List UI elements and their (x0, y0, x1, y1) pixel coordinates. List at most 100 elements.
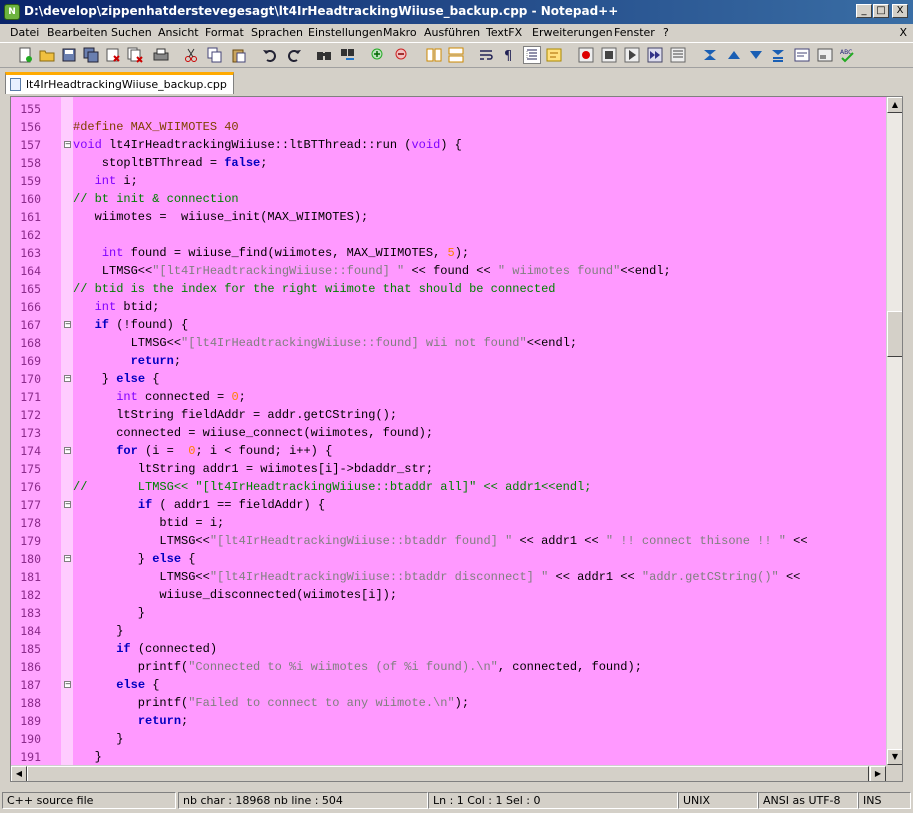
sync-horizontal-icon[interactable] (448, 47, 464, 63)
code-line[interactable]: // LTMSG<< "[lt4IrHeadtrackingWiiuse::bt… (73, 478, 591, 496)
close-icon[interactable] (105, 47, 121, 63)
code-line[interactable]: #define MAX_WIIMOTES 40 (73, 118, 239, 136)
menu-erweiterungen[interactable]: Erweiterungen (532, 26, 613, 39)
code-line[interactable]: int i; (73, 172, 138, 190)
menu-ansicht[interactable]: Ansicht (158, 26, 199, 39)
code-line[interactable]: printf("Failed to connect to any wiimote… (73, 694, 469, 712)
fold-margin[interactable] (61, 97, 73, 781)
next-icon[interactable] (748, 47, 764, 63)
code-line[interactable]: } (73, 604, 145, 622)
code-line[interactable]: for (i = 0; i < found; i++) { (73, 442, 332, 460)
fold-toggle-icon[interactable]: − (64, 321, 71, 328)
open-file-icon[interactable] (39, 47, 55, 63)
replace-icon[interactable] (340, 47, 356, 63)
menu-datei[interactable]: Datei (10, 26, 39, 39)
code-line[interactable]: } (73, 748, 102, 766)
code-line[interactable]: // btid is the index for the right wiimo… (73, 280, 555, 298)
menu-ausfuehren[interactable]: Ausführen (424, 26, 480, 39)
minimize-button[interactable]: _ (856, 4, 872, 18)
sync-vertical-icon[interactable] (426, 47, 442, 63)
code-line[interactable]: LTMSG<<"[lt4IrHeadtrackingWiiuse::btaddr… (73, 532, 807, 550)
code-line[interactable]: } else { (73, 370, 160, 388)
panel-icon[interactable] (817, 47, 833, 63)
vertical-scroll-thumb[interactable] (887, 311, 902, 357)
menu-textfx[interactable]: TextFX (486, 26, 522, 39)
previous-icon[interactable] (726, 47, 742, 63)
code-line[interactable]: wiimotes = wiiuse_init(MAX_WIIMOTES); (73, 208, 369, 226)
horizontal-scroll-thumb[interactable] (27, 766, 869, 781)
code-line[interactable]: btid = i; (73, 514, 224, 532)
code-line[interactable]: if (!found) { (73, 316, 189, 334)
close-all-icon[interactable] (127, 47, 143, 63)
code-line[interactable]: else { (73, 676, 159, 694)
code-line[interactable]: if ( addr1 == fieldAddr) { (73, 496, 325, 514)
code-line[interactable]: ltString addr1 = wiimotes[i]->bdaddr_str… (73, 460, 433, 478)
close-document-button[interactable]: X (899, 26, 907, 39)
fold-toggle-icon[interactable]: − (64, 375, 71, 382)
new-file-icon[interactable] (17, 47, 33, 63)
menu-help[interactable]: ? (663, 26, 669, 39)
code-line[interactable]: int btid; (73, 298, 160, 316)
code-line[interactable]: stopltBTThread = false; (73, 154, 268, 172)
code-line[interactable]: } (73, 622, 123, 640)
code-line[interactable]: if (connected) (73, 640, 217, 658)
save-icon[interactable] (61, 47, 77, 63)
notepad-plus-plus-icon[interactable]: N (4, 4, 20, 20)
code-line[interactable]: connected = wiiuse_connect(wiimotes, fou… (73, 424, 433, 442)
code-editor[interactable]: 155 156 #define MAX_WIIMOTES 40 157− void lt… (10, 96, 903, 782)
code-line[interactable]: wiiuse_disconnected(wiimotes[i]); (73, 586, 397, 604)
code-line[interactable]: ltString fieldAddr = addr.getCString(); (73, 406, 397, 424)
undo-icon[interactable] (262, 47, 278, 63)
function-list-icon[interactable] (794, 47, 810, 63)
scroll-down-button[interactable]: ▼ (887, 749, 902, 765)
code-line[interactable]: LTMSG<<"[lt4IrHeadtrackingWiiuse::found]… (73, 334, 578, 352)
indent-guide-icon[interactable] (523, 46, 541, 64)
user-lang-icon[interactable] (546, 47, 562, 63)
save-macro-icon[interactable] (670, 47, 686, 63)
find-icon[interactable] (316, 47, 332, 63)
menu-einstellungen[interactable]: Einstellungen (308, 26, 383, 39)
copy-icon[interactable] (207, 47, 223, 63)
show-all-chars-icon[interactable]: ¶ (500, 47, 516, 63)
word-wrap-icon[interactable] (478, 47, 494, 63)
paste-icon[interactable] (231, 47, 247, 63)
fold-all-icon[interactable] (702, 47, 718, 63)
spellcheck-icon[interactable]: ABC (839, 47, 855, 63)
menu-suchen[interactable]: Suchen (111, 26, 152, 39)
record-macro-icon[interactable] (578, 47, 594, 63)
menu-makro[interactable]: Makro (383, 26, 417, 39)
zoom-in-icon[interactable] (370, 47, 386, 63)
fold-toggle-icon[interactable]: − (64, 141, 71, 148)
code-line[interactable]: LTMSG<<"[lt4IrHeadtrackingWiiuse::found]… (73, 262, 671, 280)
code-line[interactable]: printf("Connected to %i wiimotes (of %i … (73, 658, 642, 676)
code-line[interactable]: return; (73, 712, 188, 730)
fold-toggle-icon[interactable]: − (64, 681, 71, 688)
code-line[interactable]: // bt init & connection (73, 190, 239, 208)
fold-toggle-icon[interactable]: − (64, 501, 71, 508)
doc-map-icon[interactable] (770, 47, 786, 63)
code-line[interactable]: } else { (73, 550, 196, 568)
scroll-right-button[interactable]: ▶ (870, 766, 886, 781)
menu-sprachen[interactable]: Sprachen (251, 26, 303, 39)
code-line[interactable]: return; (73, 352, 181, 370)
cut-icon[interactable] (183, 47, 199, 63)
scroll-left-button[interactable]: ◀ (11, 766, 27, 781)
code-line[interactable]: int found = wiiuse_find(wiimotes, MAX_WI… (73, 244, 469, 262)
fold-toggle-icon[interactable]: − (64, 447, 71, 454)
redo-icon[interactable] (286, 47, 302, 63)
code-line[interactable]: LTMSG<<"[lt4IrHeadtrackingWiiuse::btaddr… (73, 568, 800, 586)
save-all-icon[interactable] (83, 47, 99, 63)
horizontal-scrollbar[interactable]: ◀ ▶ (11, 765, 886, 781)
print-icon[interactable] (153, 47, 169, 63)
menu-bearbeiten[interactable]: Bearbeiten (47, 26, 107, 39)
tab-active-document[interactable]: lt4IrHeadtrackingWiiuse_backup.cpp (5, 72, 234, 94)
menu-format[interactable]: Format (205, 26, 244, 39)
zoom-out-icon[interactable] (394, 47, 410, 63)
code-line[interactable]: void lt4IrHeadtrackingWiiuse::ltBTThread… (73, 136, 462, 154)
menu-fenster[interactable]: Fenster (614, 26, 655, 39)
code-line[interactable]: } (73, 730, 123, 748)
fold-toggle-icon[interactable]: − (64, 555, 71, 562)
stop-macro-icon[interactable] (601, 47, 617, 63)
code-line[interactable]: int connected = 0; (73, 388, 246, 406)
close-button[interactable]: X (892, 4, 908, 18)
